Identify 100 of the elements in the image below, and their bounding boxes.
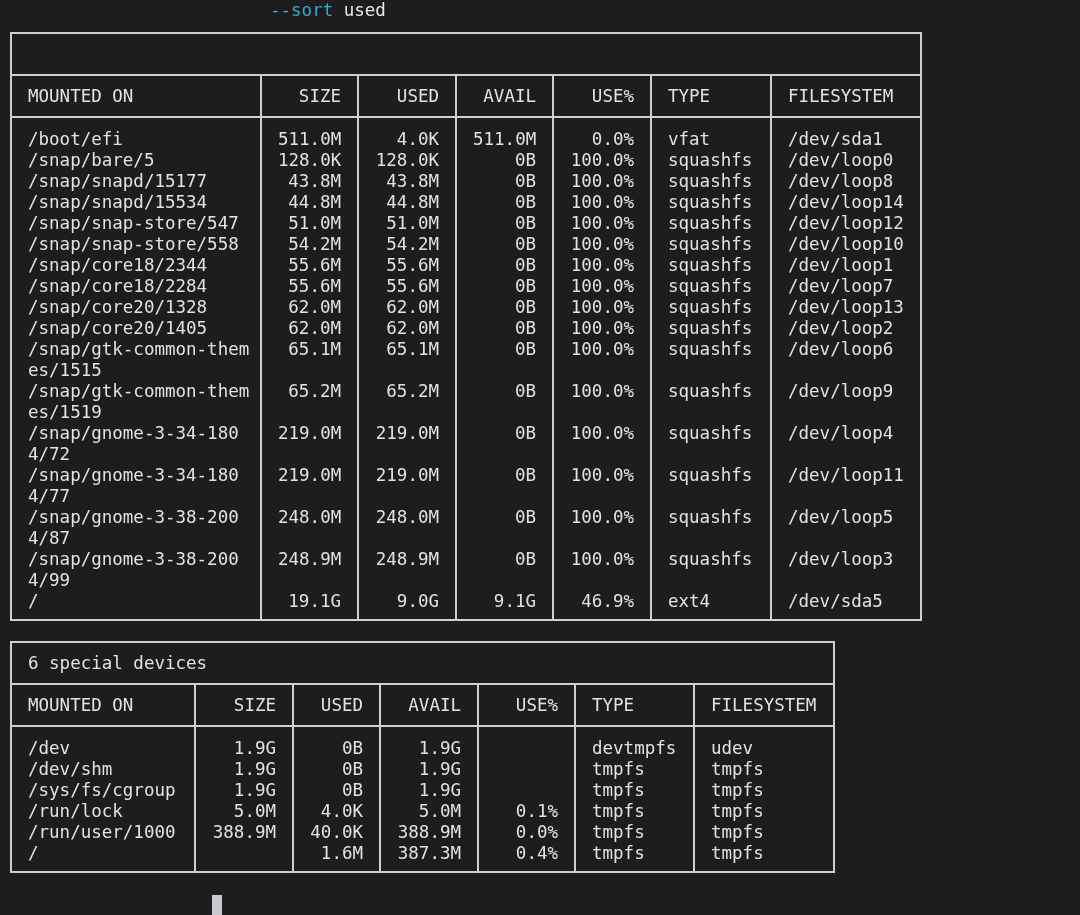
table-cell: squashfs [668, 234, 753, 254]
table-cell: 128.0K [278, 150, 342, 170]
table-cell: 100.0% [570, 549, 634, 569]
table-cell: 55.6M [386, 255, 439, 275]
table-cell: /snap/gnome-3-34-1804/72 [28, 423, 239, 464]
table-cell: 100.0% [570, 255, 634, 275]
table-cell: tmpfs [711, 843, 764, 863]
table-cell: 100.0% [570, 150, 634, 170]
table-cell: 248.9M [375, 549, 439, 569]
column-header: TYPE [592, 694, 635, 715]
table-cell: 1.9G [233, 780, 276, 800]
table-cell: /dev/loop8 [788, 171, 894, 191]
table-cell: tmpfs [592, 822, 645, 842]
table-cell: 219.0M [375, 423, 439, 443]
table-cell: squashfs [668, 339, 753, 359]
table-cell: 511.0M [473, 129, 537, 149]
table-cell: squashfs [668, 465, 753, 485]
table-cell: 0B [341, 738, 363, 758]
table-cell: 0B [341, 759, 363, 779]
table-cell: 43.8M [288, 171, 341, 191]
table-title: 6 special devices [28, 652, 208, 673]
table-cell: 0.0% [591, 129, 634, 149]
table-cell: 4.0K [320, 801, 363, 821]
table-cell: 54.2M [386, 234, 439, 254]
table-cell: 1.6M [320, 843, 363, 863]
column-header: MOUNTED ON [28, 85, 134, 106]
table-cell: tmpfs [592, 780, 645, 800]
table-cell: 0B [514, 423, 536, 443]
table-cell: 55.6M [386, 276, 439, 296]
table-cell: 5.0M [233, 801, 276, 821]
column-header: USED [320, 694, 363, 715]
table-cell: /dev/loop5 [788, 507, 894, 527]
table-cell: 62.0M [288, 318, 341, 338]
table-cell: squashfs [668, 150, 753, 170]
table-cell: /dev/loop11 [788, 465, 904, 485]
table-cell: 1.9G [418, 780, 461, 800]
column-header: SIZE [233, 694, 276, 715]
table-cell: tmpfs [592, 759, 645, 779]
table-cell: /dev/loop7 [788, 276, 894, 296]
table-cell: 0B [514, 549, 536, 569]
table-cell: 0B [514, 318, 536, 338]
table-cell: 0B [514, 507, 536, 527]
table-cell: 248.0M [278, 507, 342, 527]
table-cell: 55.6M [288, 276, 341, 296]
table-cell: /dev/sda1 [788, 129, 883, 149]
table-cell: /snap/gnome-3-38-2004/87 [28, 507, 239, 548]
table-cell: 65.1M [386, 339, 439, 359]
table-cell: squashfs [668, 381, 753, 401]
table-cell: 9.0G [396, 591, 439, 611]
table-cell: 0.4% [515, 843, 558, 863]
table-cell: squashfs [668, 318, 753, 338]
table-cell: 100.0% [570, 192, 634, 212]
table-cell: 219.0M [375, 465, 439, 485]
table-cell: /snap/core18/2344 [28, 255, 208, 275]
table-cell: 128.0K [375, 150, 439, 170]
table-cell: squashfs [668, 549, 753, 569]
column-header: USED [396, 85, 439, 106]
column-header: FILESYSTEM [788, 85, 894, 106]
table-cell: /run/lock [28, 801, 123, 821]
table-cell: 219.0M [278, 465, 342, 485]
table-cell: 0B [514, 192, 536, 212]
table-cell: 0B [514, 339, 536, 359]
table-cell: /dev/loop12 [788, 213, 904, 233]
table-cell: 5.0M [418, 801, 461, 821]
table-cell: /run/user/1000 [28, 822, 176, 842]
table-cell: 388.9M [212, 822, 276, 842]
table-cell: squashfs [668, 276, 753, 296]
table-cell: 0B [341, 780, 363, 800]
table-cell: / [28, 591, 39, 611]
table-cell: 40.0K [310, 822, 363, 842]
table-cell: 44.8M [288, 192, 341, 212]
table-cell: /dev/loop2 [788, 318, 894, 338]
table-cell: /sys/fs/cgroup [28, 780, 176, 800]
table-cell: /dev/loop4 [788, 423, 894, 443]
table-cell: 51.0M [288, 213, 341, 233]
table-cell: tmpfs [711, 759, 764, 779]
table-cell: /snap/snapd/15534 [28, 192, 208, 212]
table-cell: /dev/loop9 [788, 381, 894, 401]
table-cell: /dev/loop6 [788, 339, 894, 359]
table-cell: tmpfs [711, 780, 764, 800]
table-cell: /dev/loop3 [788, 549, 894, 569]
table-cell: 43.8M [386, 171, 439, 191]
column-header: MOUNTED ON [28, 694, 134, 715]
table-cell: 100.0% [570, 171, 634, 191]
table-cell: 1.9G [418, 738, 461, 758]
table-cell: 219.0M [278, 423, 342, 443]
table-cell: 387.3M [397, 843, 461, 863]
table-cell: 0.1% [515, 801, 558, 821]
column-header: AVAIL [483, 85, 536, 106]
table-cell: /snap/gnome-3-34-1804/77 [28, 465, 239, 506]
column-header: USE% [591, 85, 634, 106]
table-cell: 248.9M [278, 549, 342, 569]
table-cell: 65.1M [288, 339, 341, 359]
table-cell: /snap/gtk-common-themes/1515 [28, 339, 250, 380]
table-cell: 0B [514, 171, 536, 191]
table-cell: 0B [514, 465, 536, 485]
table-cell: squashfs [668, 507, 753, 527]
table-cell: 9.1G [493, 591, 536, 611]
table-cell: /snap/snapd/15177 [28, 171, 208, 191]
table-cell: /snap/core20/1405 [28, 318, 208, 338]
